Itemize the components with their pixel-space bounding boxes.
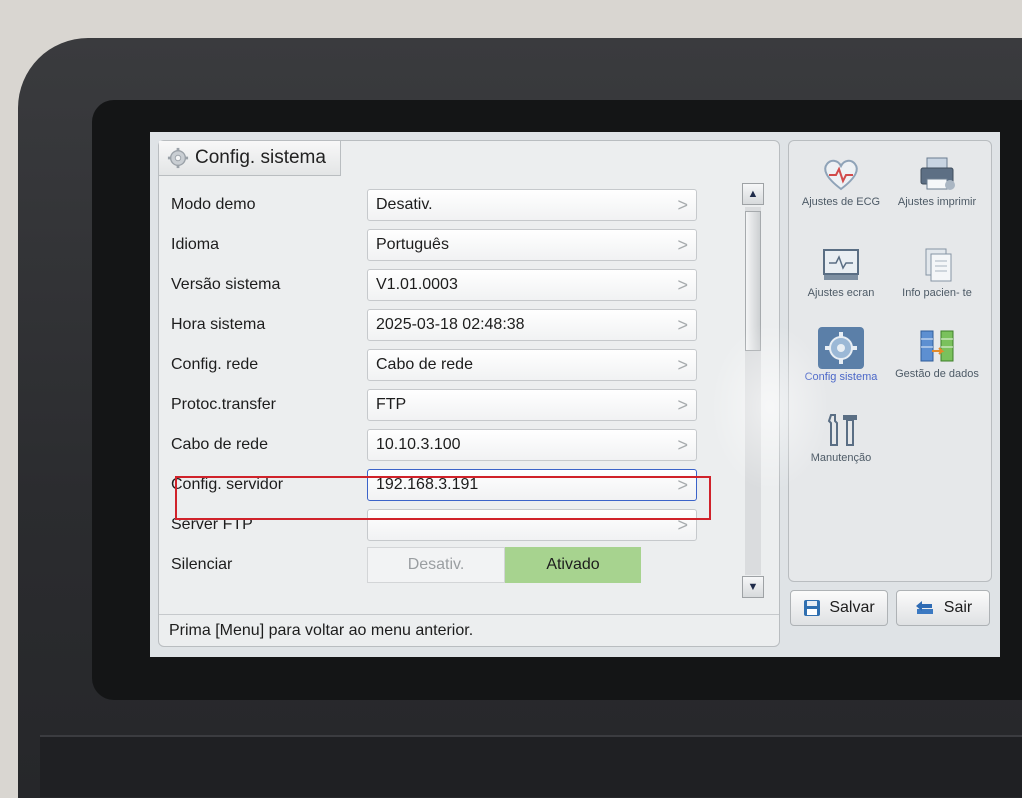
setting-value: Cabo de rede xyxy=(376,356,473,373)
setting-value-button[interactable]: 10.10.3.100 > xyxy=(367,429,697,461)
device-lower-edge xyxy=(40,735,1022,797)
setting-value-button[interactable]: 2025-03-18 02:48:38 > xyxy=(367,309,697,341)
setting-value-button[interactable]: FTP > xyxy=(367,389,697,421)
silence-toggle[interactable]: Desativ. Ativado xyxy=(367,547,641,583)
chevron-right-icon: > xyxy=(677,195,688,215)
setting-value-button[interactable]: V1.01.0003 > xyxy=(367,269,697,301)
setting-label: Server FTP xyxy=(171,516,253,533)
window-title: Config. sistema xyxy=(195,146,326,168)
menu-item-label: Gestão de dados xyxy=(895,368,979,380)
setting-row-network-cable: Cabo de rede 10.10.3.100 > xyxy=(169,425,704,465)
setting-row-transfer-protocol: Protoc.transfer FTP > xyxy=(169,385,704,425)
setting-row-server-config: Config. servidor 192.168.3.191 > xyxy=(169,465,704,505)
chevron-right-icon: > xyxy=(677,355,688,375)
menu-item-screen-settings[interactable]: Ajustes ecran xyxy=(793,246,889,299)
window-title-tab: Config. sistema xyxy=(159,140,341,176)
chevron-right-icon: > xyxy=(677,435,688,455)
floppy-disk-icon xyxy=(804,600,821,616)
setting-label: Versão sistema xyxy=(171,276,281,293)
setting-value: 192.168.3.191 xyxy=(376,476,479,493)
menu-item-system-config[interactable]: Config sistema xyxy=(793,327,889,383)
menu-item-label: Info pacien- te xyxy=(902,287,972,299)
menu-item-label: Manutenção xyxy=(810,452,872,464)
chevron-right-icon: > xyxy=(677,515,688,535)
side-menu: Ajustes de ECG Ajustes imprimir Ajustes … xyxy=(788,140,992,582)
setting-row-system-version: Versão sistema V1.01.0003 > xyxy=(169,265,704,305)
setting-value: Desativ. xyxy=(376,196,433,213)
exit-button[interactable]: Sair xyxy=(896,590,990,626)
setting-value-button[interactable]: Desativ. > xyxy=(367,189,697,221)
menu-item-patient-info[interactable]: Info pacien- te xyxy=(889,246,985,299)
monitor-icon xyxy=(823,249,859,280)
setting-value-button[interactable]: Cabo de rede > xyxy=(367,349,697,381)
status-bar: Prima [Menu] para voltar ao menu anterio… xyxy=(159,614,779,646)
active-item-highlight xyxy=(818,327,864,369)
status-message: Prima [Menu] para voltar ao menu anterio… xyxy=(169,621,474,639)
setting-row-language: Idioma Português > xyxy=(169,225,704,265)
vertical-scrollbar[interactable]: ▲ ▼ xyxy=(742,183,764,598)
setting-value: 2025-03-18 02:48:38 xyxy=(376,316,525,333)
toggle-option-on[interactable]: Ativado xyxy=(505,547,641,583)
toggle-option-off[interactable]: Desativ. xyxy=(367,547,505,583)
setting-value-button[interactable]: > xyxy=(367,509,697,541)
gear-icon xyxy=(825,332,857,364)
setting-value-button[interactable]: Português > xyxy=(367,229,697,261)
chevron-right-icon: > xyxy=(677,275,688,295)
menu-item-label: Ajustes ecran xyxy=(807,287,875,299)
setting-label: Silenciar xyxy=(171,556,233,573)
settings-list: Modo demo Desativ. > Idioma Português > … xyxy=(169,185,704,585)
server-ip-field[interactable]: 192.168.3.191 > xyxy=(367,469,697,501)
setting-row-system-time: Hora sistema 2025-03-18 02:48:38 > xyxy=(169,305,704,345)
setting-label: Idioma xyxy=(171,236,220,253)
setting-label: Config. servidor xyxy=(171,476,284,493)
data-transfer-icon xyxy=(920,330,954,362)
setting-label: Cabo de rede xyxy=(171,436,268,453)
title-bar: Config. sistema xyxy=(159,140,779,176)
menu-item-ecg-settings[interactable]: Ajustes de ECG xyxy=(793,155,889,208)
setting-value: FTP xyxy=(376,396,407,413)
chevron-right-icon: > xyxy=(677,395,688,415)
return-arrow-icon xyxy=(915,601,933,614)
setting-row-ftp-server: Server FTP > xyxy=(169,505,704,545)
chevron-right-icon: > xyxy=(677,315,688,335)
document-icon xyxy=(925,248,952,282)
chevron-right-icon: > xyxy=(677,475,688,495)
wrench-icon xyxy=(827,414,857,446)
printer-icon xyxy=(920,157,955,190)
menu-item-label: Ajustes imprimir xyxy=(897,196,977,208)
setting-label: Config. rede xyxy=(171,356,259,373)
heart-ecg-icon xyxy=(824,159,858,191)
exit-button-label: Sair xyxy=(943,599,973,616)
scroll-thumb[interactable] xyxy=(745,211,761,351)
menu-item-maintenance[interactable]: Manutenção xyxy=(793,411,889,464)
scroll-down-button[interactable]: ▼ xyxy=(742,576,764,598)
chevron-right-icon: > xyxy=(677,235,688,255)
setting-row-demo-mode: Modo demo Desativ. > xyxy=(169,185,704,225)
scroll-up-button[interactable]: ▲ xyxy=(742,183,764,205)
setting-row-network-config: Config. rede Cabo de rede > xyxy=(169,345,704,385)
setting-label: Protoc.transfer xyxy=(171,396,276,413)
setting-label: Modo demo xyxy=(171,196,256,213)
setting-row-silence: Silenciar Desativ. Ativado xyxy=(169,545,704,585)
device-screen: Config. sistema Modo demo Desativ. > Idi… xyxy=(150,132,1000,657)
setting-label: Hora sistema xyxy=(171,316,266,333)
menu-item-label: Ajustes de ECG xyxy=(801,196,881,208)
setting-value: 10.10.3.100 xyxy=(376,436,461,453)
gear-icon xyxy=(167,147,189,168)
setting-value: Português xyxy=(376,236,449,253)
menu-item-print-settings[interactable]: Ajustes imprimir xyxy=(889,155,985,208)
system-config-panel: Config. sistema Modo demo Desativ. > Idi… xyxy=(158,140,780,647)
menu-item-data-management[interactable]: Gestão de dados xyxy=(889,327,985,380)
menu-item-label: Config sistema xyxy=(804,371,878,383)
setting-value: V1.01.0003 xyxy=(376,276,458,293)
save-button[interactable]: Salvar xyxy=(790,590,888,626)
save-button-label: Salvar xyxy=(829,599,875,616)
